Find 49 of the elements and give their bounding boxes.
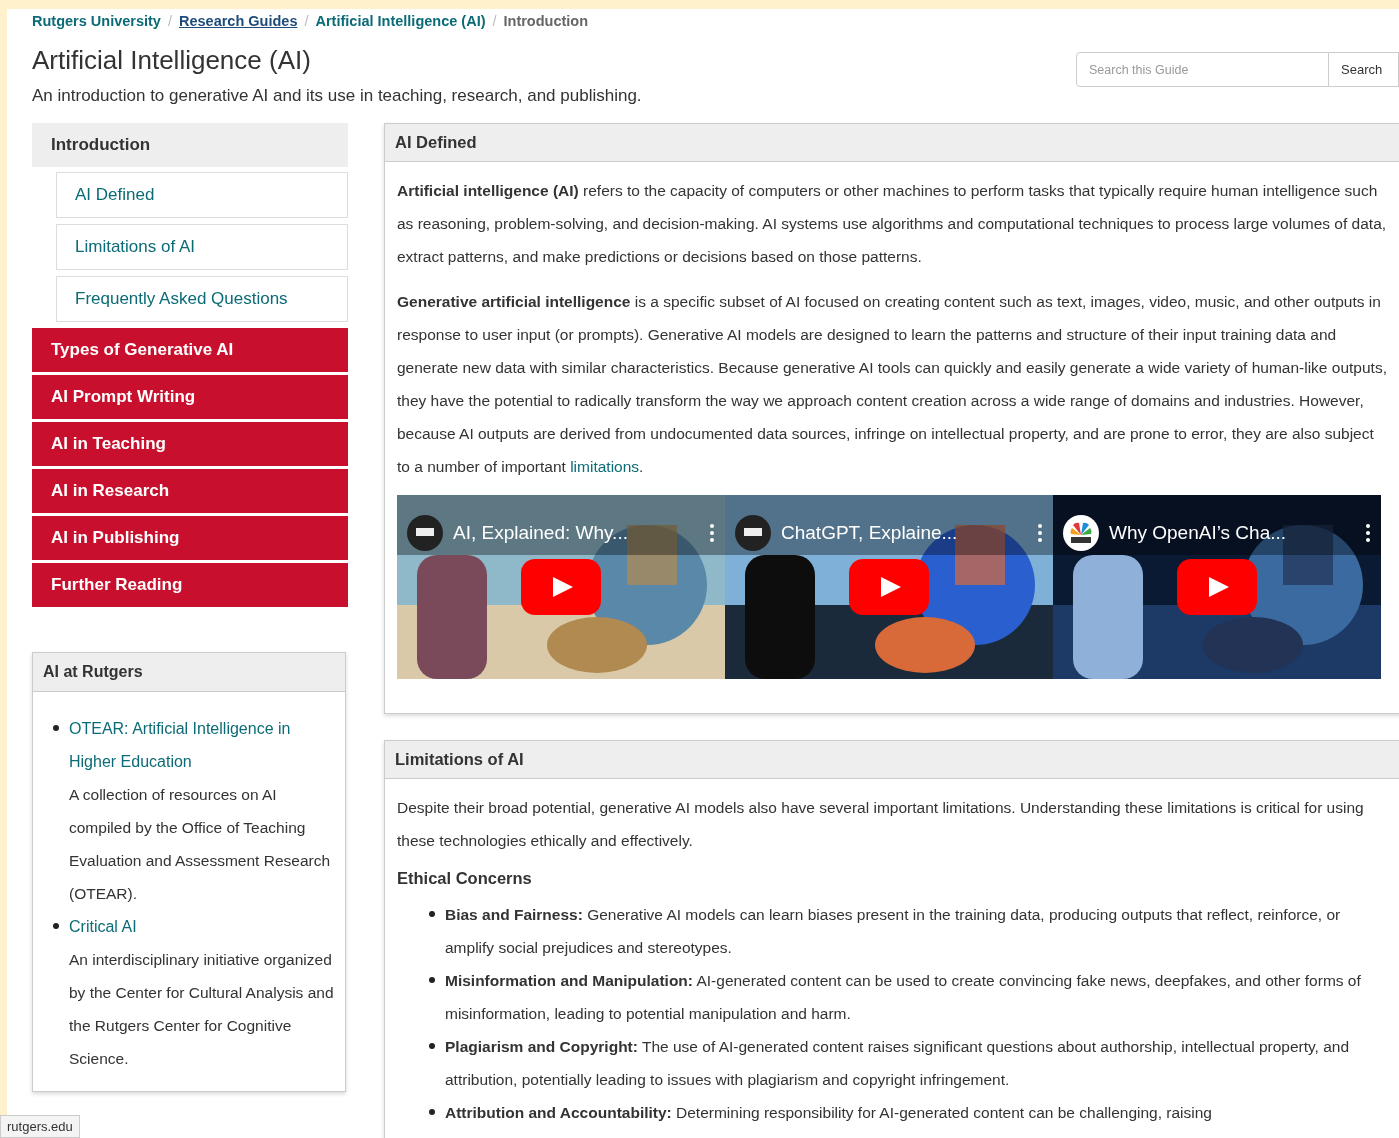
bullet-icon: [429, 1109, 435, 1115]
play-icon[interactable]: [849, 559, 929, 615]
more-options-icon[interactable]: [1365, 523, 1371, 543]
breadcrumb-link[interactable]: Rutgers University: [32, 13, 161, 29]
bullet-text: Attribution and Accountability: Determining responsibility for AI-generated content can be challenging, raising: [445, 1103, 1212, 1123]
nav-subitem[interactable]: Limitations of AI: [56, 224, 348, 270]
resource-description: An interdisciplinary initiative organized by the Center for Cultural Analysis and the Rutgers Center for Cognitive Science.: [69, 950, 335, 1069]
search-button[interactable]: Search: [1329, 52, 1399, 87]
breadcrumb-separator: /: [304, 13, 309, 29]
breadcrumb-link[interactable]: Artificial Intelligence (AI): [315, 13, 486, 29]
bullet-icon: [429, 977, 435, 983]
nav-item[interactable]: AI in Publishing: [32, 516, 348, 560]
bullet-text: Misinformation and Manipulation: AI-generated content can be used to create convincing fake news, deepfakes, and other forms of misinformation, leading to potential manipulation and harm.: [445, 971, 1362, 1024]
breadcrumb-current: Introduction: [503, 13, 589, 29]
channel-avatar-icon: [407, 515, 443, 551]
breadcrumb-separator: /: [167, 13, 172, 29]
bullet-text: Plagiarism and Copyright: The use of AI-generated content raises significant questions about authorship, intellectual property, and attribution, potentially leading to issues with plagiarism and copyright infringement.: [445, 1037, 1351, 1090]
panel-header: Limitations of AI: [385, 741, 1399, 779]
paragraph: Despite their broad potential, generative AI models also have several important limitations. Understanding these limitations is critical for using these technologies ethically and effectively.: [397, 798, 1365, 851]
search-field[interactable]: Search this Guide: [1076, 52, 1329, 87]
page-title: Artificial Intelligence (AI): [32, 45, 312, 76]
resource-link[interactable]: OTEAR: Artificial Intelligence in Higher Education: [69, 712, 335, 778]
nav-item[interactable]: Introduction: [32, 123, 348, 167]
nav-item[interactable]: Further Reading: [32, 563, 348, 607]
bullet-icon: [429, 911, 435, 917]
nav-item[interactable]: AI Prompt Writing: [32, 375, 348, 419]
breadcrumb-separator: /: [492, 13, 497, 29]
bullet-text: Bias and Fairness: Generative AI models can learn biases present in the training data, producing outputs that reflect, reinforce, or amplify social prejudices and stereotypes.: [445, 905, 1342, 958]
channel-avatar-icon: [735, 515, 771, 551]
nav-subitem[interactable]: AI Defined: [56, 172, 348, 218]
breadcrumb-link[interactable]: Research Guides: [178, 13, 298, 29]
paragraph: Artificial intelligence (AI) refers to the capacity of computers or other machines to perform tasks that typically require human intelligence such as reasoning, problem-solving, and decision-making. AI systems use algorithms and computational techniques to process large volumes of data, extract patterns, and make predictions or decisions based on those patterns.: [397, 181, 1388, 267]
nav-item[interactable]: AI in Teaching: [32, 422, 348, 466]
status-url: rutgers.edu: [0, 1115, 80, 1138]
nav-item[interactable]: Types of Generative AI: [32, 328, 348, 372]
nav-subitem[interactable]: Frequently Asked Questions: [56, 276, 348, 322]
resource-link[interactable]: Critical AI: [69, 910, 335, 943]
subheading: Ethical Concerns: [397, 869, 533, 888]
page-description: An introduction to generative AI and its use in teaching, research, and publishing.: [32, 86, 642, 106]
bullet-icon: [53, 725, 59, 731]
play-icon[interactable]: [1177, 559, 1257, 615]
bullet-icon: [53, 923, 59, 929]
nav-item[interactable]: AI in Research: [32, 469, 348, 513]
resource-description: A collection of resources on AI compiled by the Office of Teaching Evaluation and Assessment Research (OTEAR).: [69, 785, 332, 904]
bullet-icon: [429, 1043, 435, 1049]
panel-header: AI at Rutgers: [33, 653, 345, 692]
paragraph: Generative artificial intelligence is a specific subset of AI focused on creating content such as text, images, video, music, and other outputs in response to user input (or prompts). Generative AI models are designed to learn the patterns and structure of their input training data and generate new data with similar characteristics. Because generative AI tools can quickly and easily generate a wide variety of human-like outputs, they have the potential to radically transform the way we approach content creation across a wide range of domains and industries. However, because AI outputs are derived from undocumented data sources, infringe on intellectual property, and are prone to error, they are also subject to a number of important limitations.: [397, 292, 1388, 477]
peacock-icon: [1063, 515, 1099, 551]
panel-header: AI Defined: [385, 124, 1399, 162]
